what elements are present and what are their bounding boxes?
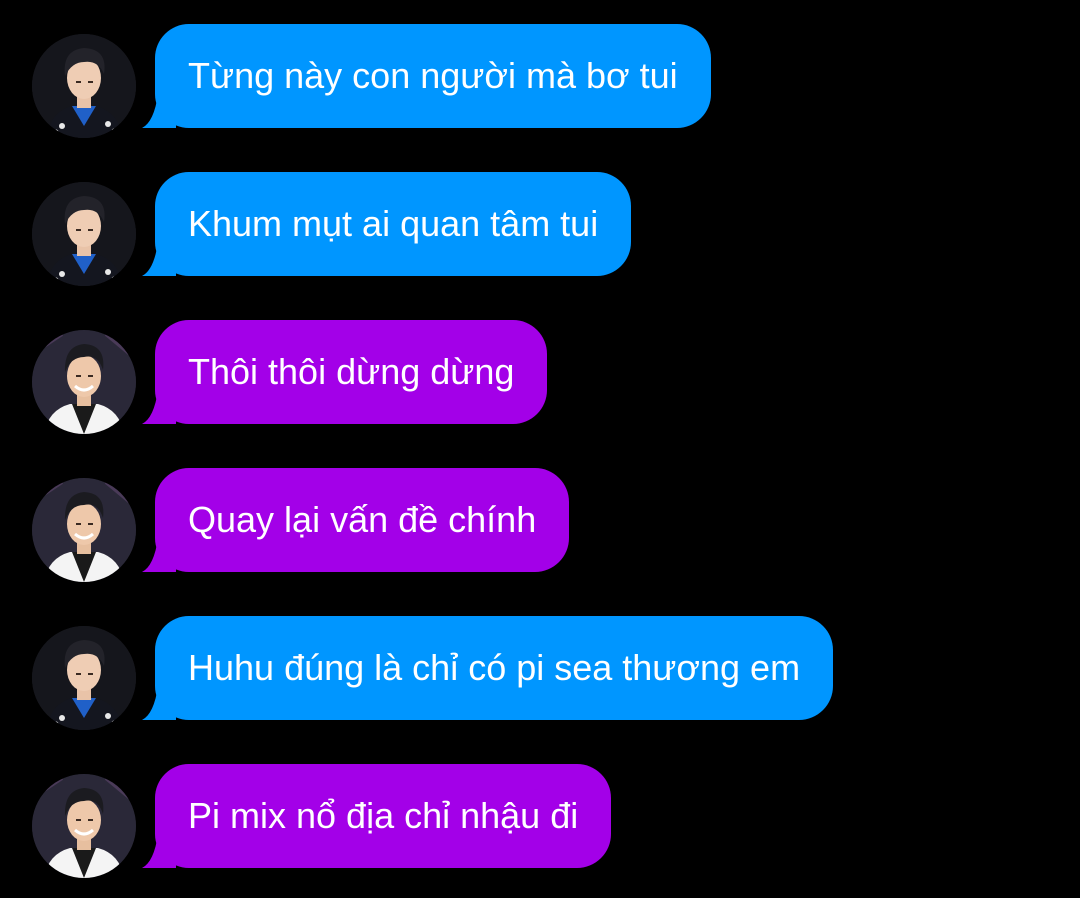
message-row: Thôi thôi dừng dừng — [0, 320, 1080, 434]
message-bubble[interactable]: Quay lại vấn đề chính — [155, 468, 570, 572]
message-bubble[interactable]: Khum mụt ai quan tâm tui — [155, 172, 632, 276]
avatar[interactable] — [32, 774, 136, 878]
message-bubble[interactable]: Từng này con người mà bơ tui — [155, 24, 711, 128]
message-row: Từng này con người mà bơ tui — [0, 24, 1080, 138]
avatar[interactable] — [32, 330, 136, 434]
avatar[interactable] — [32, 478, 136, 582]
chat-thread: Từng này con người mà bơ tui Khum mụt ai… — [0, 0, 1080, 898]
message-bubble[interactable]: Pi mix nổ địa chỉ nhậu đi — [155, 764, 612, 868]
message-bubble[interactable]: Thôi thôi dừng dừng — [155, 320, 548, 424]
message-bubble[interactable]: Huhu đúng là chỉ có pi sea thương em — [155, 616, 834, 720]
message-row: Pi mix nổ địa chỉ nhậu đi — [0, 764, 1080, 878]
avatar[interactable] — [32, 626, 136, 730]
message-row: Huhu đúng là chỉ có pi sea thương em — [0, 616, 1080, 730]
message-row: Quay lại vấn đề chính — [0, 468, 1080, 582]
message-row: Khum mụt ai quan tâm tui — [0, 172, 1080, 286]
avatar[interactable] — [32, 182, 136, 286]
avatar[interactable] — [32, 34, 136, 138]
